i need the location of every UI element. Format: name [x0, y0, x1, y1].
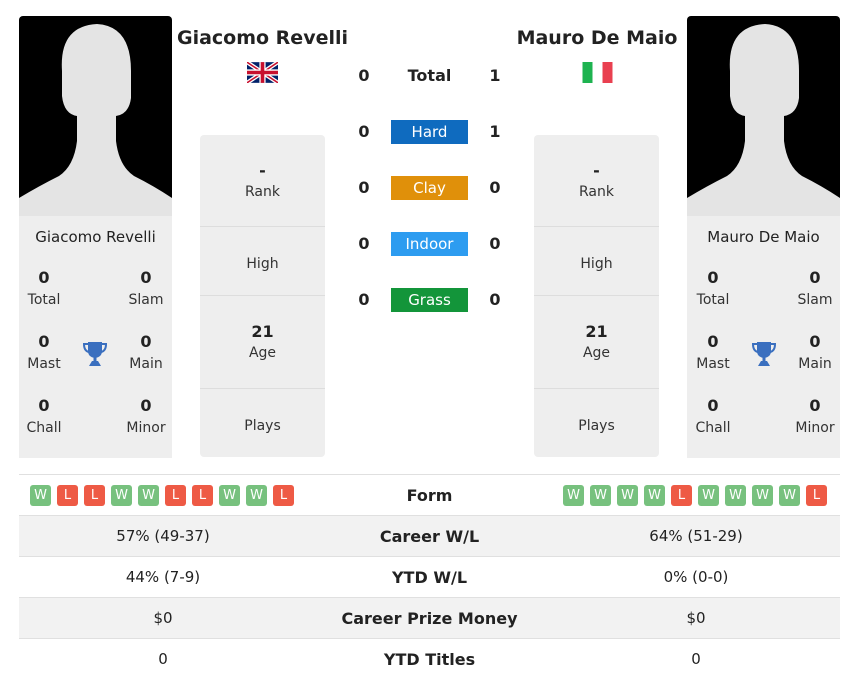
form-row: WLLWWLLWWL Form WWWWLWWWWL [19, 474, 840, 515]
player2-form: WWWWLWWWWL [563, 485, 827, 506]
player1-form: WLLWWLLWWL [30, 485, 294, 506]
ytd-wl-row: 44% (7-9) YTD W/L 0% (0-0) [19, 556, 840, 597]
prize-money-label: Career Prize Money [341, 609, 518, 628]
player2-stat-mast: 0 Mast [696, 332, 730, 372]
prize-money-row: $0 Career Prize Money $0 [19, 597, 840, 638]
player2-stat-chall: 0 Chall [695, 396, 731, 436]
player2-stat-main: 0 Main [798, 332, 832, 372]
h2h-indoor-p1: 0 [358, 234, 370, 253]
form-badge-win[interactable]: W [563, 485, 584, 506]
player2-age: 21 Age [534, 296, 659, 389]
form-badge-win[interactable]: W [219, 485, 240, 506]
player2-plays: Plays [578, 418, 615, 434]
player2-rank: - Rank [534, 135, 659, 227]
trophy-icon [82, 341, 108, 371]
player2-prize-money: $0 [686, 609, 706, 627]
form-badge-win[interactable]: W [752, 485, 773, 506]
player1-stat-chall: 0 Chall [26, 396, 62, 436]
player2-career-wl: 64% (51-29) [649, 527, 743, 545]
ytd-wl-label: YTD W/L [391, 568, 468, 587]
surface-hard[interactable]: Hard [391, 120, 468, 144]
ytd-titles-row: 0 YTD Titles 0 [19, 638, 840, 679]
career-wl-label: Career W/L [379, 527, 480, 546]
form-badge-win[interactable]: W [590, 485, 611, 506]
player1-stat-total: 0 Total [27, 268, 61, 308]
player2-high: High [534, 227, 659, 296]
form-badge-loss[interactable]: L [192, 485, 213, 506]
h2h-clay-p2: 0 [489, 178, 501, 197]
player2-photo [687, 16, 840, 216]
form-badge-win[interactable]: W [779, 485, 800, 506]
player1-ytd-titles: 0 [158, 650, 168, 668]
player1-stat-slam: 0 Slam [128, 268, 164, 308]
italy-flag-icon [582, 62, 613, 87]
player1-high: High [200, 227, 325, 296]
player1-plays: Plays [244, 418, 281, 434]
player1-prize-money: $0 [153, 609, 173, 627]
player1-stat-minor: 0 Minor [126, 396, 166, 436]
silhouette-icon [19, 24, 172, 216]
united-kingdom-flag-icon [245, 60, 280, 87]
silhouette-icon [687, 24, 840, 216]
player2-stat-slam: 0 Slam [797, 268, 833, 308]
form-label: Form [406, 486, 453, 505]
form-badge-loss[interactable]: L [671, 485, 692, 506]
h2h-total-p1: 0 [358, 66, 370, 85]
player2-stat-minor: 0 Minor [795, 396, 835, 436]
player2-stat-total: 0 Total [696, 268, 730, 308]
form-badge-loss[interactable]: L [165, 485, 186, 506]
form-badge-win[interactable]: W [30, 485, 51, 506]
form-badge-loss[interactable]: L [273, 485, 294, 506]
form-badge-win[interactable]: W [725, 485, 746, 506]
form-badge-loss[interactable]: L [806, 485, 827, 506]
h2h-total-label: Total [407, 66, 452, 85]
career-wl-row: 57% (49-37) Career W/L 64% (51-29) [19, 515, 840, 556]
surface-grass[interactable]: Grass [391, 288, 468, 312]
player1-age: 21 Age [200, 296, 325, 389]
h2h-indoor-p2: 0 [489, 234, 501, 253]
player1-photo [19, 16, 172, 216]
player2-ytd-titles: 0 [691, 650, 701, 668]
h2h-grass-p2: 0 [489, 290, 501, 309]
player1-stat-mast: 0 Mast [27, 332, 61, 372]
player2-ytd-wl: 0% (0-0) [663, 568, 729, 586]
form-badge-win[interactable]: W [138, 485, 159, 506]
player1-stat-main: 0 Main [129, 332, 163, 372]
trophy-icon [751, 341, 777, 371]
form-badge-win[interactable]: W [111, 485, 132, 506]
player1-card: Giacomo Revelli 0 Total 0 Slam 0 Mast 0 Main… [19, 216, 172, 458]
h2h-grass-p1: 0 [358, 290, 370, 309]
ytd-titles-label: YTD Titles [383, 650, 476, 669]
player1-name[interactable]: Giacomo Revelli [172, 27, 353, 49]
surface-indoor[interactable]: Indoor [391, 232, 468, 256]
form-badge-win[interactable]: W [644, 485, 665, 506]
h2h-total-p2: 1 [489, 66, 501, 85]
h2h-clay-p1: 0 [358, 178, 370, 197]
player2-card: Mauro De Maio 0 Total 0 Slam 0 Mast 0 Main 0… [687, 216, 840, 458]
form-badge-win[interactable]: W [698, 485, 719, 506]
player1-ytd-wl: 44% (7-9) [125, 568, 201, 586]
form-badge-loss[interactable]: L [84, 485, 105, 506]
form-badge-win[interactable]: W [617, 485, 638, 506]
form-badge-loss[interactable]: L [57, 485, 78, 506]
surface-clay[interactable]: Clay [391, 176, 468, 200]
player1-card-name: Giacomo Revelli [35, 228, 156, 246]
player2-info-card: - Rank High 21 Age Plays [534, 135, 659, 457]
h2h-hard-p1: 0 [358, 122, 370, 141]
player1-rank: - Rank [200, 135, 325, 227]
form-badge-win[interactable]: W [246, 485, 267, 506]
player1-info-card: - Rank High 21 Age Plays [200, 135, 325, 457]
player2-name[interactable]: Mauro De Maio [509, 27, 685, 49]
player2-card-name: Mauro De Maio [707, 228, 820, 246]
h2h-hard-p2: 1 [489, 122, 501, 141]
player1-career-wl: 57% (49-37) [116, 527, 210, 545]
